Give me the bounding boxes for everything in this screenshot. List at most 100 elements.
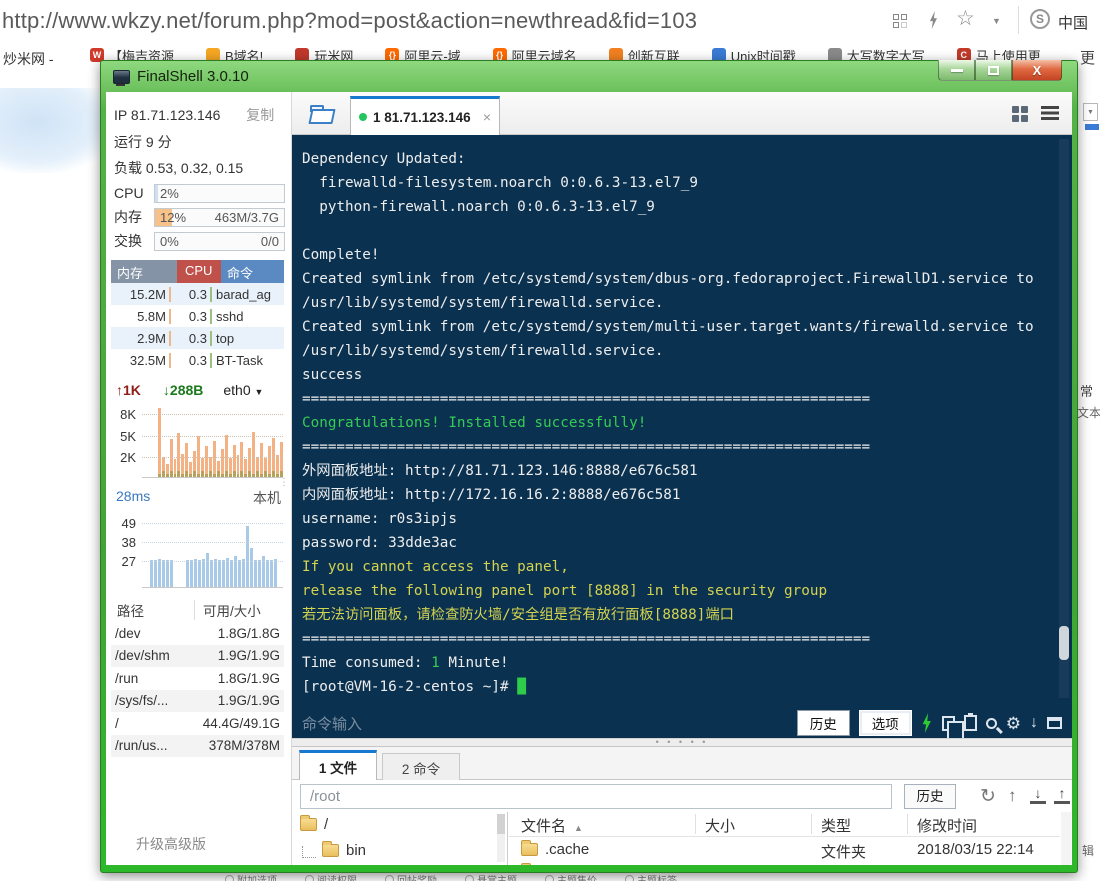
s-logo-icon[interactable]: S	[1030, 9, 1050, 29]
process-mem: 5.8M	[111, 309, 171, 324]
col-mem[interactable]: 内存	[111, 260, 177, 283]
process-row[interactable]: 2.9M0.3top	[111, 327, 284, 349]
col-filetype[interactable]: 类型	[821, 815, 851, 836]
tree-scrollbar[interactable]	[497, 814, 505, 862]
terminal-scrollbar-thumb[interactable]	[1059, 626, 1069, 660]
close-button[interactable]: X	[1012, 60, 1062, 81]
terminal-text: 外网面板地址: http://81.71.123.146:8888/e676c5…	[302, 463, 698, 479]
disk-row[interactable]: /sys/fs/...1.9G/1.9G	[111, 690, 284, 713]
session-tab[interactable]: 1 81.71.123.146 ×	[350, 96, 500, 135]
file-table-scrollbar[interactable]	[1061, 812, 1071, 865]
col-filesize[interactable]: 大小	[705, 815, 735, 836]
page-option-fragment: 回帖奖励	[385, 872, 437, 881]
search-icon[interactable]	[986, 718, 997, 729]
col-free-size[interactable]: 可用/大小	[195, 600, 284, 620]
terminal-line	[302, 219, 1054, 243]
command-input[interactable]: 命令输入	[302, 713, 788, 734]
options-button[interactable]: 选项	[859, 710, 912, 736]
meter-detail: 463M/3.7G	[215, 210, 279, 225]
process-cmd: barad_ag	[212, 287, 284, 302]
parent-dir-icon[interactable]: ↑	[1008, 786, 1017, 806]
page-fragment-right-mid2: 文本	[1077, 404, 1100, 421]
disk-table-header[interactable]: 路径 可用/大小	[111, 598, 284, 622]
flash-icon[interactable]	[928, 11, 939, 29]
disk-free-size: 1.9G/1.9G	[183, 648, 284, 663]
paste-icon[interactable]	[964, 715, 977, 731]
terminal-line: [root@VM-16-2-centos ~]# █	[302, 675, 1054, 699]
minimize-icon	[951, 69, 963, 72]
window-controls: X	[938, 60, 1062, 81]
col-filename[interactable]: 文件名▲	[521, 815, 583, 836]
favorite-star-icon[interactable]: ☆	[956, 6, 975, 31]
tree-node-label: bin	[346, 842, 366, 859]
col-cmd[interactable]: 命令	[221, 260, 284, 283]
process-cpu: 0.3	[171, 353, 212, 368]
ping-tick-49: 49	[110, 516, 136, 531]
bookmark-chaomiwang[interactable]: 炒米网 -	[3, 49, 54, 69]
maximize-button[interactable]	[975, 60, 1012, 81]
download-icon[interactable]: ↓	[1030, 786, 1046, 804]
folder-icon	[521, 843, 538, 856]
tree-node-bin[interactable]: bin	[322, 842, 366, 859]
window-mode-icon[interactable]	[1047, 717, 1062, 729]
disk-path: /	[111, 716, 183, 731]
tab-files[interactable]: 1 文件	[299, 750, 377, 781]
disk-free-size: 1.8G/1.9G	[183, 671, 284, 686]
process-row[interactable]: 15.2M0.3barad_ag	[111, 283, 284, 305]
copy-ip-link[interactable]: 复制	[246, 107, 274, 123]
tree-node-root[interactable]: /	[300, 816, 328, 833]
file-row[interactable]: .cache文件夹2018/03/15 22:14	[509, 838, 1060, 864]
ping-host[interactable]: 本机	[253, 488, 281, 508]
page-option-fragment: 阅读权限	[305, 872, 357, 881]
disk-path: /dev/shm	[111, 648, 183, 663]
disk-row[interactable]: /run/us...378M/378M	[111, 735, 284, 758]
folder-icon	[322, 844, 339, 857]
terminal-text: username: r0s3ipjs	[302, 511, 457, 527]
process-cpu: 0.3	[171, 287, 212, 302]
qr-code-icon[interactable]	[893, 14, 907, 28]
menu-icon[interactable]	[1041, 106, 1059, 120]
terminal-line: 内网面板地址: http://172.16.16.2:8888/e676c581	[302, 483, 1054, 507]
load-label: 负载	[114, 160, 142, 176]
window-title: FinalShell 3.0.10	[137, 68, 249, 85]
browser-address-bar[interactable]: http://www.wkzy.net/forum.php?mod=post&a…	[2, 8, 697, 34]
upgrade-link[interactable]: 升级高级版	[136, 834, 206, 854]
refresh-icon[interactable]: ↻	[980, 785, 996, 808]
copy-icon[interactable]	[942, 716, 955, 731]
process-row[interactable]: 32.5M0.3BT-Task	[111, 349, 284, 371]
disk-row[interactable]: /44.4G/49.1G	[111, 712, 284, 735]
gear-icon[interactable]: ⚙	[1006, 715, 1021, 732]
disk-row[interactable]: /run1.8G/1.9G	[111, 667, 284, 690]
file-table-header[interactable]: 文件名▲ 大小 类型 修改时间	[509, 812, 1060, 837]
disk-row[interactable]: /dev1.8G/1.8G	[111, 622, 284, 645]
file-table: 文件名▲ 大小 类型 修改时间 .cache文件夹2018/03/15 22:1…	[509, 812, 1072, 865]
ping-chart: 49 38 27	[110, 512, 285, 588]
toolbar-caret-icon[interactable]: ▼	[992, 16, 1001, 26]
scroll-down-icon[interactable]: ↓	[1030, 715, 1038, 731]
disk-row[interactable]: /dev/shm1.9G/1.9G	[111, 645, 284, 668]
power-bolt-icon[interactable]	[921, 713, 933, 733]
minimize-button[interactable]	[938, 60, 975, 81]
panel-splitter[interactable]: • • • • •	[292, 738, 1072, 747]
tab-commands[interactable]: 2 命令	[382, 753, 460, 781]
upload-icon[interactable]: ↑	[1054, 786, 1070, 804]
tab-close-icon[interactable]: ×	[483, 109, 491, 125]
path-input[interactable]: /root	[300, 784, 892, 809]
col-path[interactable]: 路径	[111, 600, 195, 620]
sidebar-splitter-handle[interactable]: ⋮	[279, 480, 289, 485]
layout-grid-icon[interactable]	[1012, 106, 1028, 122]
history-button[interactable]: 历史	[797, 710, 850, 736]
open-folder-icon[interactable]	[310, 105, 334, 121]
process-table-header[interactable]: 内存 CPU 命令	[111, 260, 284, 283]
window-titlebar[interactable]: FinalShell 3.0.10	[113, 68, 249, 85]
terminal-text: Created symlink from /etc/systemd/system…	[302, 271, 1034, 287]
process-cmd: sshd	[212, 309, 284, 324]
terminal-scrollbar-track[interactable]	[1059, 139, 1069, 698]
process-row[interactable]: 5.8M0.3sshd	[111, 305, 284, 327]
col-mtime[interactable]: 修改时间	[917, 815, 977, 836]
terminal[interactable]: Dependency Updated: firewalld-filesystem…	[292, 135, 1072, 738]
path-history-button[interactable]: 历史	[904, 784, 956, 809]
col-cpu[interactable]: CPU	[177, 260, 221, 283]
interface-selector[interactable]: eth0 ▼	[223, 382, 263, 398]
folder-icon	[300, 818, 317, 831]
